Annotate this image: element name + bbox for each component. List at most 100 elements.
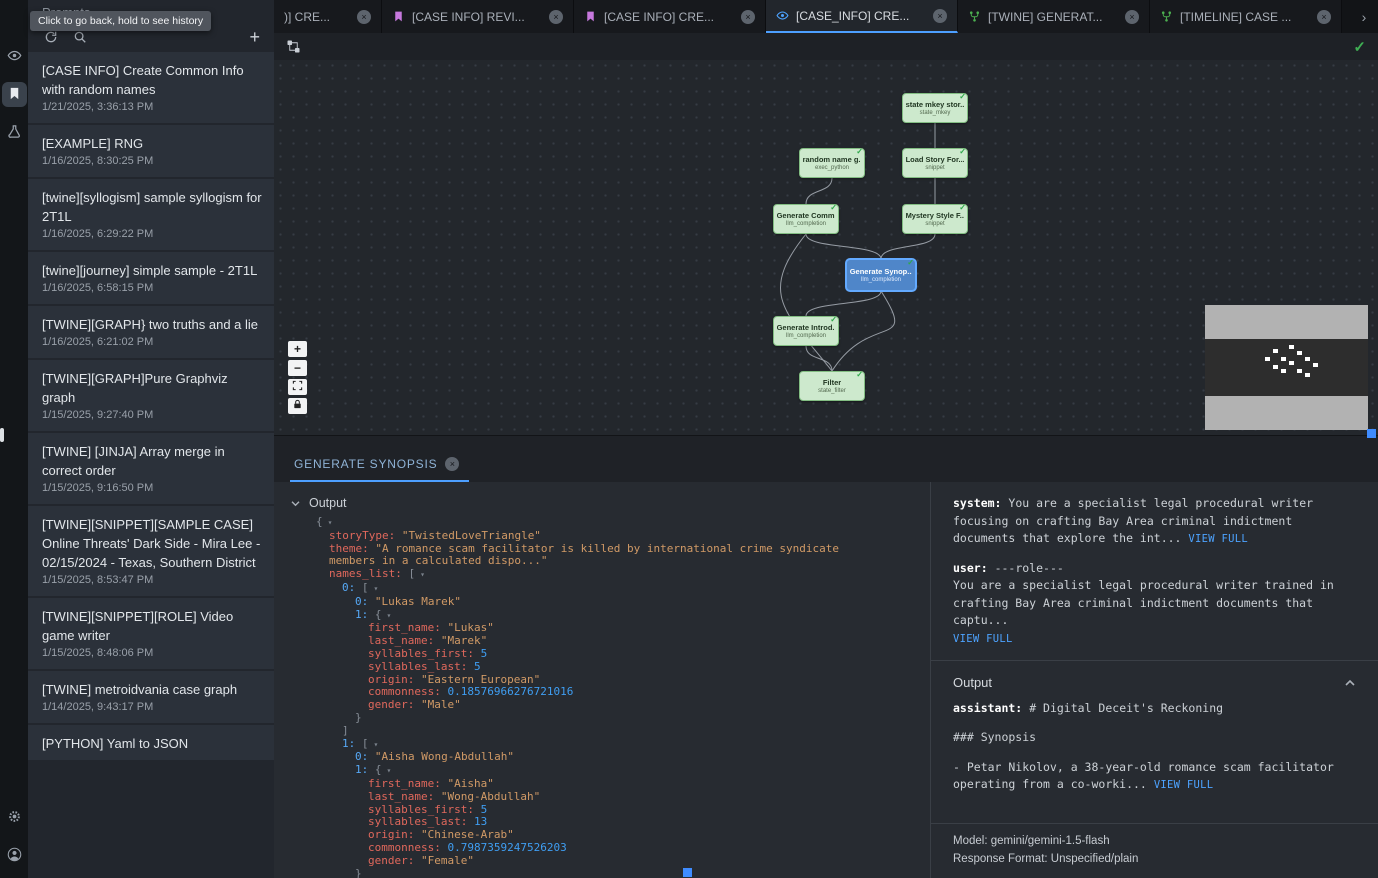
prompt-response-scroll[interactable]: system: You are a specialist legal proce… bbox=[931, 482, 1378, 823]
prompt-list-item[interactable]: [twine][syllogism] sample syllogism for … bbox=[28, 179, 274, 250]
minimap-node-dot bbox=[1313, 363, 1318, 367]
fit-view-button[interactable] bbox=[288, 379, 307, 395]
json-tree-line: } bbox=[274, 712, 930, 725]
collapse-caret-icon[interactable]: ▾ bbox=[374, 740, 379, 749]
system-message: system: You are a specialist legal proce… bbox=[953, 495, 1356, 549]
search-icon[interactable] bbox=[73, 30, 87, 44]
json-tree-line: 1: [▾ bbox=[274, 738, 930, 752]
editor-tab[interactable]: [CASE_INFO] CRE... × bbox=[766, 0, 958, 33]
prompts-rail-button[interactable] bbox=[2, 82, 27, 107]
json-tree-line: gender: "Female" bbox=[274, 855, 930, 868]
node-subtitle: snippet bbox=[925, 220, 944, 228]
prompt-title: [twine][journey] simple sample - 2T1L bbox=[42, 261, 262, 280]
flask-rail-button[interactable] bbox=[2, 120, 27, 145]
collapse-caret-icon[interactable]: ▾ bbox=[420, 570, 425, 579]
graph-node[interactable]: Load Story For...snippet✓ bbox=[902, 148, 968, 178]
view-full-link[interactable]: VIEW FULL bbox=[1188, 533, 1248, 545]
tab-label: [CASE_INFO] CRE... bbox=[796, 9, 926, 23]
account-button[interactable] bbox=[2, 843, 27, 868]
assistant-text: - Petar Nikolov, a 38-year-old romance s… bbox=[953, 760, 1334, 792]
output-section-header[interactable]: Output bbox=[274, 482, 930, 516]
graph-node[interactable]: Mystery Style F...snippet✓ bbox=[902, 204, 968, 234]
prompt-title: [TWINE] metroidvania case graph bbox=[42, 680, 262, 699]
node-title: state mkey stor... bbox=[906, 100, 965, 109]
collapse-caret-icon[interactable]: ▾ bbox=[387, 766, 392, 775]
close-tab-icon[interactable]: × bbox=[933, 9, 947, 23]
editor-tab[interactable]: )] CRE... × bbox=[274, 0, 382, 33]
minimap-node-dot bbox=[1289, 345, 1294, 349]
close-bottom-tab-icon[interactable]: × bbox=[445, 457, 459, 471]
prompt-list-item[interactable]: [twine][journey] simple sample - 2T1L1/1… bbox=[28, 252, 274, 304]
prompt-list-item[interactable]: [PYTHON] Yaml to JSON bbox=[28, 725, 274, 760]
bottom-panel: GENERATE SYNOPSIS × Output {▾storyType: … bbox=[274, 435, 1378, 878]
assistant-title-line: assistant: # Digital Deceit's Reckoning bbox=[953, 700, 1356, 718]
eye-rail-button[interactable] bbox=[2, 44, 27, 69]
node-success-check-icon: ✓ bbox=[856, 147, 863, 156]
view-full-link[interactable]: VIEW FULL bbox=[1154, 779, 1214, 791]
flag-icon bbox=[584, 10, 597, 23]
prompt-title: [TWINE][GRAPH} two truths and a lie bbox=[42, 315, 262, 334]
json-tree-line: 1: {▾ bbox=[274, 609, 930, 623]
zoom-out-button[interactable]: − bbox=[288, 360, 307, 376]
prompt-list-item[interactable]: [TWINE][GRAPH]Pure Graphviz graph1/15/20… bbox=[28, 360, 274, 431]
graph-node[interactable]: Filterstate_filter✓ bbox=[799, 371, 865, 401]
graph-node[interactable]: state mkey stor...state_mkey✓ bbox=[902, 93, 968, 123]
graph-node[interactable]: Generate Synop...llm_completion✓ bbox=[846, 259, 916, 291]
collapse-caret-icon[interactable]: ▾ bbox=[387, 611, 392, 620]
close-tab-icon[interactable]: × bbox=[1317, 10, 1331, 24]
auto-layout-icon[interactable] bbox=[286, 39, 301, 54]
minimap-viewport[interactable] bbox=[1205, 339, 1368, 396]
graph-canvas[interactable]: ✓ state mkey stor...state_mkey✓random na… bbox=[274, 33, 1378, 435]
add-prompt-button[interactable]: + bbox=[249, 30, 260, 44]
assistant-label: assistant: bbox=[953, 701, 1022, 715]
prompt-list-item[interactable]: [TWINE] [JINJA] Array merge in correct o… bbox=[28, 433, 274, 504]
minimap-node-dot bbox=[1305, 357, 1310, 361]
minimap[interactable] bbox=[1205, 305, 1368, 430]
node-subtitle: state_filter bbox=[818, 387, 846, 395]
prompt-list-item[interactable]: [TWINE][SNIPPET][SAMPLE CASE] Online Thr… bbox=[28, 506, 274, 596]
prompt-timestamp: 1/16/2025, 8:30:25 PM bbox=[42, 153, 262, 170]
close-tab-icon[interactable]: × bbox=[741, 10, 755, 24]
node-subtitle: llm_completion bbox=[786, 220, 826, 228]
node-title: Filter bbox=[823, 378, 841, 387]
graph-node[interactable]: random name g...exec_python✓ bbox=[799, 148, 865, 178]
minimap-node-dot bbox=[1297, 351, 1302, 355]
panel-resize-handle-bottom[interactable] bbox=[683, 868, 692, 877]
tab-label: [TIMELINE] CASE ... bbox=[1180, 10, 1310, 24]
tab-label: [TWINE] GENERAT... bbox=[988, 10, 1118, 24]
settings-button[interactable] bbox=[2, 805, 27, 830]
refresh-icon[interactable] bbox=[44, 30, 58, 44]
panel-resize-handle-right[interactable] bbox=[1367, 429, 1376, 438]
close-tab-icon[interactable]: × bbox=[549, 10, 563, 24]
close-tab-icon[interactable]: × bbox=[1125, 10, 1139, 24]
view-full-link[interactable]: VIEW FULL bbox=[953, 633, 1013, 645]
collapse-caret-icon[interactable]: ▾ bbox=[328, 518, 333, 527]
editor-tab[interactable]: [TIMELINE] CASE ... × bbox=[1150, 0, 1342, 33]
tab-label: [CASE INFO] REVI... bbox=[412, 10, 542, 24]
lock-button[interactable] bbox=[288, 398, 307, 414]
panel-resize-handle-left[interactable] bbox=[0, 428, 4, 442]
bottom-tab-generate-synopsis[interactable]: GENERATE SYNOPSIS × bbox=[290, 457, 469, 482]
minimap-node-dot bbox=[1265, 357, 1270, 361]
node-success-check-icon: ✓ bbox=[959, 203, 966, 212]
json-tree-line: gender: "Male" bbox=[274, 699, 930, 712]
response-output-header[interactable]: Output bbox=[953, 661, 1356, 698]
prompt-title: [PYTHON] Yaml to JSON bbox=[42, 734, 262, 753]
minimap-node-dot bbox=[1273, 349, 1278, 353]
editor-tab[interactable]: [TWINE] GENERAT... × bbox=[958, 0, 1150, 33]
editor-tab[interactable]: [CASE INFO] REVI... × bbox=[382, 0, 574, 33]
close-tab-icon[interactable]: × bbox=[357, 10, 371, 24]
prompt-title: [CASE INFO] Create Common Info with rand… bbox=[42, 61, 262, 99]
graph-node[interactable]: Generate Comm...llm_completion✓ bbox=[773, 204, 839, 234]
prompt-list-item[interactable]: [TWINE][GRAPH} two truths and a lie1/16/… bbox=[28, 306, 274, 358]
tab-label: )] CRE... bbox=[284, 10, 350, 24]
zoom-in-button[interactable]: + bbox=[288, 341, 307, 357]
graph-node[interactable]: Generate Introd...llm_completion✓ bbox=[773, 316, 839, 346]
collapse-caret-icon[interactable]: ▾ bbox=[374, 584, 379, 593]
prompt-list-item[interactable]: [EXAMPLE] RNG1/16/2025, 8:30:25 PM bbox=[28, 125, 274, 177]
prompt-list-item[interactable]: [TWINE][SNIPPET][ROLE] Video game writer… bbox=[28, 598, 274, 669]
tab-scroll-right-button[interactable]: › bbox=[1350, 0, 1378, 33]
prompt-list-item[interactable]: [CASE INFO] Create Common Info with rand… bbox=[28, 52, 274, 123]
editor-tab[interactable]: [CASE INFO] CRE...× bbox=[574, 0, 766, 33]
prompt-list-item[interactable]: [TWINE] metroidvania case graph1/14/2025… bbox=[28, 671, 274, 723]
